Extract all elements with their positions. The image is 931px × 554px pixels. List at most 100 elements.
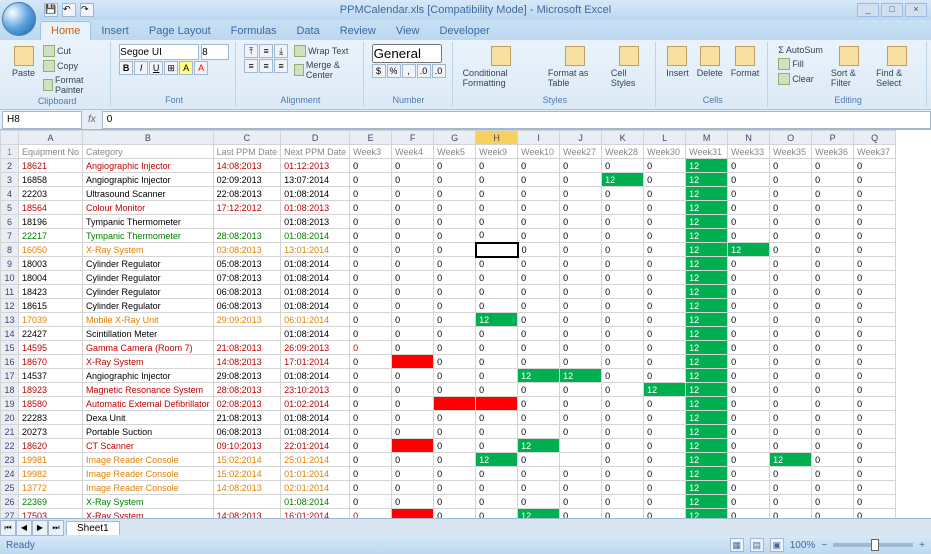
cell[interactable]: 0: [812, 243, 854, 257]
cell[interactable]: 22:08:2013: [213, 187, 281, 201]
cell[interactable]: 0: [728, 411, 770, 425]
cell[interactable]: 0: [392, 159, 434, 173]
cell[interactable]: 12: [686, 439, 728, 453]
cell[interactable]: 0: [434, 187, 476, 201]
cell[interactable]: 0: [392, 467, 434, 481]
cell[interactable]: 0: [812, 355, 854, 369]
cell[interactable]: 26:09:2013: [281, 341, 350, 355]
cell[interactable]: 01:08:2013: [281, 201, 350, 215]
cell[interactable]: 28:08:2013: [213, 229, 281, 243]
cell[interactable]: 0: [644, 453, 686, 467]
cell[interactable]: 0: [728, 341, 770, 355]
cell[interactable]: 12: [686, 397, 728, 411]
cell[interactable]: 0: [350, 215, 392, 229]
cell[interactable]: 0: [476, 425, 518, 439]
cell[interactable]: 0: [350, 467, 392, 481]
cell[interactable]: 0: [476, 355, 518, 369]
cell[interactable]: 0: [644, 257, 686, 271]
cell[interactable]: Angiographic Injector: [83, 159, 214, 173]
cell[interactable]: 01:08:2014: [281, 285, 350, 299]
header-cell[interactable]: Next PPM Date: [281, 145, 350, 159]
cell[interactable]: 0: [350, 369, 392, 383]
cell[interactable]: 0: [602, 327, 644, 341]
col-header-H[interactable]: H: [476, 131, 518, 145]
cell[interactable]: 0: [434, 341, 476, 355]
tab-nav-prev[interactable]: ◀: [16, 520, 32, 536]
undo-icon[interactable]: ↶: [62, 3, 76, 17]
cell[interactable]: 19982: [19, 467, 83, 481]
paste-button[interactable]: Paste: [10, 44, 37, 80]
cell[interactable]: 0: [728, 495, 770, 509]
cell[interactable]: 0: [812, 481, 854, 495]
cell[interactable]: 0: [350, 201, 392, 215]
cell[interactable]: 0: [728, 173, 770, 187]
cell[interactable]: 22427: [19, 327, 83, 341]
row-header-4[interactable]: 4: [1, 187, 19, 201]
cell[interactable]: 0: [812, 271, 854, 285]
align-bottom-icon[interactable]: ⤓: [274, 44, 288, 58]
cell[interactable]: 18621: [19, 159, 83, 173]
cell[interactable]: 0: [812, 327, 854, 341]
cell[interactable]: 0: [770, 495, 812, 509]
cell[interactable]: [434, 397, 476, 411]
cell[interactable]: 0: [434, 355, 476, 369]
cell[interactable]: 0: [854, 481, 896, 495]
cell[interactable]: 12: [476, 453, 518, 467]
cell[interactable]: 12: [686, 509, 728, 519]
row-header-6[interactable]: 6: [1, 215, 19, 229]
cell[interactable]: 0: [392, 299, 434, 313]
cell[interactable]: 01:08:2014: [281, 299, 350, 313]
cell[interactable]: 14:08:2013: [213, 159, 281, 173]
cell[interactable]: 0: [434, 495, 476, 509]
col-header-M[interactable]: M: [686, 131, 728, 145]
cell[interactable]: 02:09:2013: [213, 173, 281, 187]
tab-formulas[interactable]: Formulas: [221, 22, 287, 40]
cell[interactable]: Scintillation Meter: [83, 327, 214, 341]
comma-icon[interactable]: ,: [402, 64, 416, 78]
header-cell[interactable]: Week36: [812, 145, 854, 159]
cell[interactable]: Colour Monitor: [83, 201, 214, 215]
cell[interactable]: 01:08:2014: [281, 271, 350, 285]
cell[interactable]: 0: [602, 159, 644, 173]
row-header-26[interactable]: 26: [1, 495, 19, 509]
cell[interactable]: 0: [350, 341, 392, 355]
cell[interactable]: 0: [812, 173, 854, 187]
cell[interactable]: 0: [728, 383, 770, 397]
cell[interactable]: 0: [644, 313, 686, 327]
cell[interactable]: Tympanic Thermometer: [83, 229, 214, 243]
header-cell[interactable]: Week33: [728, 145, 770, 159]
col-header-I[interactable]: I: [518, 131, 560, 145]
row-header-8[interactable]: 8: [1, 243, 19, 257]
cell[interactable]: 0: [476, 187, 518, 201]
cell[interactable]: 0: [854, 369, 896, 383]
cell[interactable]: 0: [644, 243, 686, 257]
cell[interactable]: 0: [476, 369, 518, 383]
cell[interactable]: 0: [728, 369, 770, 383]
cell[interactable]: 0: [434, 229, 476, 243]
col-header-Q[interactable]: Q: [854, 131, 896, 145]
cell[interactable]: 29:09:2013: [213, 313, 281, 327]
office-button[interactable]: [2, 2, 36, 36]
cell[interactable]: 0: [392, 257, 434, 271]
cut-button[interactable]: Cut: [41, 44, 104, 58]
cell[interactable]: 14:08:2013: [213, 509, 281, 519]
cell[interactable]: 0: [770, 439, 812, 453]
cell[interactable]: 29:08:2013: [213, 369, 281, 383]
cell[interactable]: 13772: [19, 481, 83, 495]
cell[interactable]: 12: [686, 383, 728, 397]
cell[interactable]: 17503: [19, 509, 83, 519]
view-normal-icon[interactable]: ▦: [730, 538, 744, 552]
cell[interactable]: 0: [560, 271, 602, 285]
cell[interactable]: 0: [812, 313, 854, 327]
cell[interactable]: 0: [518, 243, 560, 257]
cell[interactable]: 14595: [19, 341, 83, 355]
cell[interactable]: X-Ray System: [83, 355, 214, 369]
cell[interactable]: 0: [728, 201, 770, 215]
cell[interactable]: 0: [770, 355, 812, 369]
cell[interactable]: 07:08:2013: [213, 271, 281, 285]
copy-button[interactable]: Copy: [41, 59, 104, 73]
cell[interactable]: 0: [770, 383, 812, 397]
cell[interactable]: 0: [392, 243, 434, 257]
select-all-corner[interactable]: [1, 131, 19, 145]
cell[interactable]: 12: [686, 355, 728, 369]
